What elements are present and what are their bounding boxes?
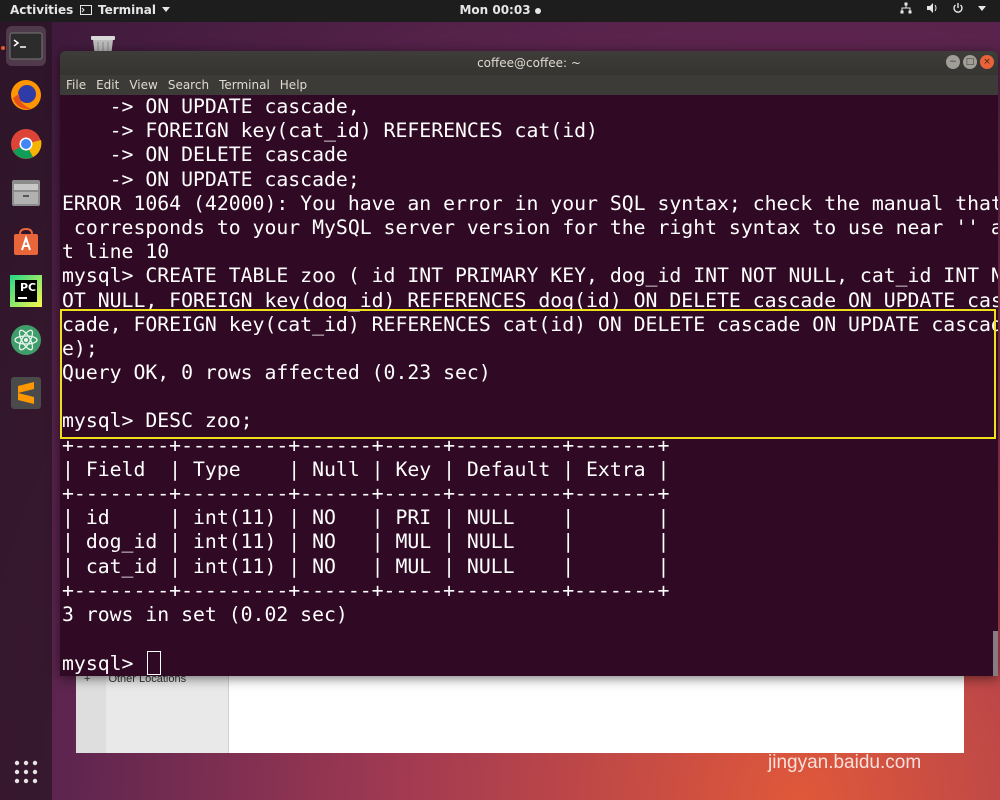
terminal-line: t line 10 <box>60 240 998 264</box>
terminal-line-text: | dog_id | int(11) | NO | MUL | NULL | | <box>62 530 670 554</box>
terminal-line-text: | id | int(11) | NO | PRI | NULL | | <box>62 506 670 530</box>
network-icon[interactable] <box>900 2 912 14</box>
menu-bar: File Edit View Search Terminal Help <box>60 75 998 95</box>
terminal-line-text: corresponds to your MySQL server version… <box>62 215 998 239</box>
terminal-line-text: ERROR 1064 (42000): You have an error in… <box>62 191 998 215</box>
software-center-icon[interactable] <box>6 222 46 262</box>
terminal-line-text: Query OK, 0 rows affected (0.23 sec) <box>62 361 491 385</box>
terminal-line: -> FOREIGN key(cat_id) REFERENCES cat(id… <box>60 119 998 143</box>
menu-item-terminal[interactable]: Terminal <box>219 78 270 92</box>
window-title: coffee@coffee: ~ <box>477 56 581 70</box>
window-controls: − □ × <box>946 55 994 69</box>
show-apps-icon[interactable] <box>6 752 46 792</box>
terminal-line-text: | cat_id | int(11) | NO | MUL | NULL | | <box>62 554 670 578</box>
terminal-line-text: -> FOREIGN key(cat_id) REFERENCES cat(id… <box>62 119 598 143</box>
menu-item-view[interactable]: View <box>129 78 157 92</box>
terminal-line: +--------+---------+------+-----+-------… <box>60 579 998 603</box>
terminal-icon[interactable] <box>6 26 46 66</box>
terminal-line: +--------+---------+------+-----+-------… <box>60 482 998 506</box>
terminal-line: | id | int(11) | NO | PRI | NULL | | <box>60 506 998 530</box>
terminal-line: 3 rows in set (0.02 sec) <box>60 603 998 627</box>
atom-icon[interactable] <box>6 320 46 360</box>
terminal-line-text: +--------+---------+------+-----+-------… <box>62 433 670 457</box>
terminal-line: OT NULL, FOREIGN key(dog_id) REFERENCES … <box>60 289 998 313</box>
terminal-line: Query OK, 0 rows affected (0.23 sec) <box>60 361 998 385</box>
terminal-window[interactable]: coffee@coffee: ~ − □ × File Edit View Searc… <box>60 51 998 676</box>
files-icon[interactable] <box>6 173 46 213</box>
dock: PC <box>0 22 52 800</box>
firefox-icon[interactable] <box>6 75 46 115</box>
watermark-logo: Bai du 经验 <box>740 713 922 751</box>
pycharm-label: PC <box>20 281 37 294</box>
terminal-line: mysql> CREATE TABLE zoo ( id INT PRIMARY… <box>60 264 998 288</box>
clock[interactable]: Mon 00:03 <box>459 3 541 17</box>
app-menu[interactable]: Terminal <box>80 3 171 17</box>
chevron-down-icon <box>978 6 986 11</box>
notification-dot-icon <box>534 7 541 14</box>
power-icon[interactable] <box>952 2 964 14</box>
baidu-watermark: Bai du 经验 jingyan.baidu.com <box>740 704 980 784</box>
menu-item-help[interactable]: Help <box>280 78 307 92</box>
terminal-line-text: -> ON DELETE cascade <box>62 143 348 167</box>
scrollbar[interactable] <box>993 631 998 676</box>
terminal-line: cade, FOREIGN key(cat_id) REFERENCES cat… <box>60 313 998 337</box>
terminal-line-text: | Field | Type | Null | Key | Default | … <box>62 457 670 481</box>
terminal-line: -> ON UPDATE cascade; <box>60 168 998 192</box>
minimize-icon[interactable]: − <box>946 55 960 69</box>
sublime-text-icon[interactable] <box>6 373 46 413</box>
terminal-line-text: t line 10 <box>62 240 170 264</box>
terminal-line-text: +--------+---------+------+-----+-------… <box>62 578 670 602</box>
terminal-line: ERROR 1064 (42000): You have an error in… <box>60 192 998 216</box>
clock-label: Mon 00:03 <box>459 3 531 17</box>
watermark-url: jingyan.baidu.com <box>768 752 922 773</box>
menu-item-search[interactable]: Search <box>168 78 209 92</box>
terminal-output[interactable]: -> ON UPDATE cascade, -> FOREIGN key(cat… <box>60 95 998 676</box>
terminal-small-icon <box>80 5 92 15</box>
menu-item-file[interactable]: File <box>66 78 86 92</box>
terminal-line-text: OT NULL, FOREIGN key(dog_id) REFERENCES … <box>62 288 998 312</box>
terminal-line: | dog_id | int(11) | NO | MUL | NULL | | <box>60 530 998 554</box>
terminal-line-text: 3 rows in set (0.02 sec) <box>62 602 348 626</box>
maximize-icon[interactable]: □ <box>963 55 977 69</box>
close-icon[interactable]: × <box>980 55 994 69</box>
terminal-line-text: e); <box>62 336 98 360</box>
terminal-line: +--------+---------+------+-----+-------… <box>60 434 998 458</box>
activities-button[interactable]: Activities <box>10 3 73 17</box>
chrome-icon[interactable] <box>6 124 46 164</box>
terminal-line-text: mysql> DESC zoo; <box>62 409 253 433</box>
terminal-line-text: mysql> CREATE TABLE zoo ( id INT PRIMARY… <box>62 264 998 288</box>
terminal-line: | cat_id | int(11) | NO | MUL | NULL | | <box>60 555 998 579</box>
terminal-line-text: +--------+---------+------+-----+-------… <box>62 482 670 505</box>
menu-item-edit[interactable]: Edit <box>96 78 119 92</box>
system-tray[interactable] <box>900 2 986 14</box>
terminal-line: corresponds to your MySQL server version… <box>60 216 998 240</box>
terminal-line: mysql> <box>60 651 998 676</box>
terminal-line: | Field | Type | Null | Key | Default | … <box>60 458 998 482</box>
terminal-line-text: mysql> <box>62 652 146 676</box>
terminal-line: mysql> DESC zoo; <box>60 409 998 433</box>
pycharm-icon[interactable]: PC <box>6 271 46 311</box>
top-bar: Activities Terminal Mon 00:03 <box>0 0 1000 22</box>
terminal-line-text: cade, FOREIGN key(cat_id) REFERENCES cat… <box>62 312 998 336</box>
terminal-line: -> ON DELETE cascade <box>60 143 998 167</box>
text-cursor <box>147 651 162 676</box>
app-menu-label: Terminal <box>98 3 157 17</box>
volume-icon[interactable] <box>926 2 938 14</box>
terminal-line-text: -> ON UPDATE cascade, <box>62 95 360 118</box>
terminal-line: -> ON UPDATE cascade, <box>60 95 998 119</box>
title-bar[interactable]: coffee@coffee: ~ − □ × <box>60 51 998 75</box>
active-indicator <box>1 46 5 50</box>
terminal-line: e); <box>60 337 998 361</box>
terminal-line-text: -> ON UPDATE cascade; <box>62 167 360 191</box>
chevron-down-icon <box>162 7 171 12</box>
